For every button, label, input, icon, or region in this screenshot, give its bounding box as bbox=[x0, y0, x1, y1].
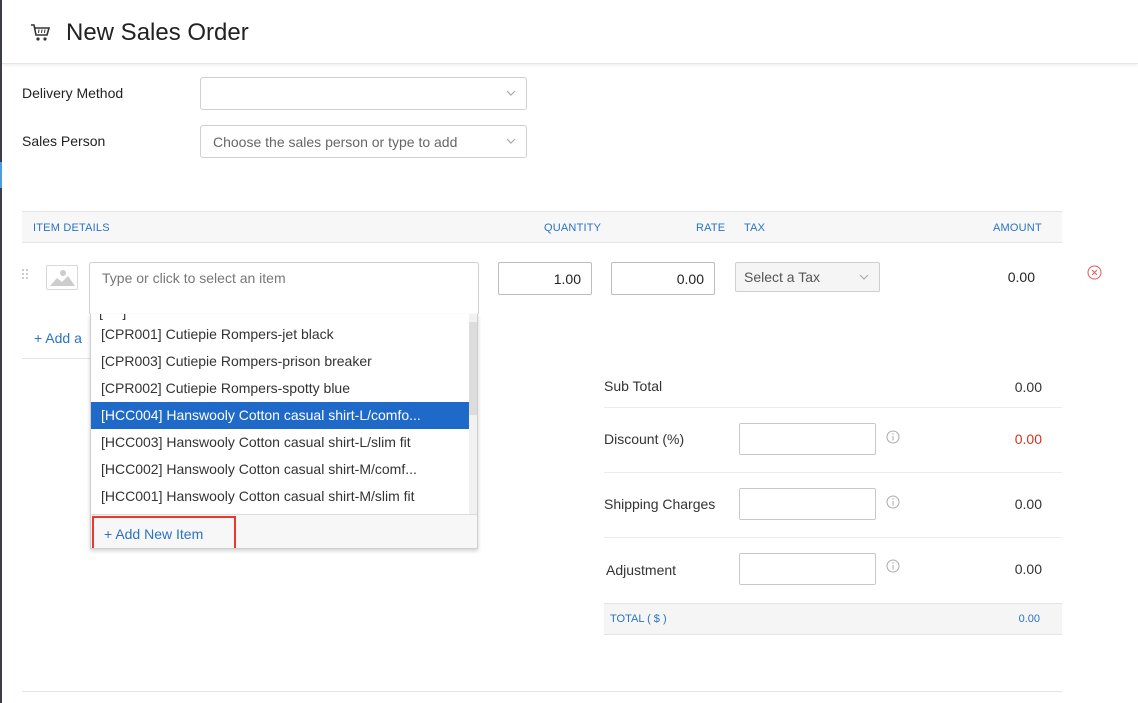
page-title: New Sales Order bbox=[66, 19, 249, 47]
dropdown-scrollbar-thumb[interactable] bbox=[469, 322, 477, 415]
discount-value: 0.00 bbox=[1015, 431, 1042, 447]
app-sidebar-edge bbox=[0, 0, 2, 703]
image-icon bbox=[47, 266, 77, 289]
drag-handle-icon[interactable] bbox=[21, 268, 29, 280]
total-label: TOTAL ( $ ) bbox=[610, 613, 667, 625]
adjustment-label: Adjustment bbox=[606, 562, 676, 578]
add-another-line-link[interactable]: + Add a bbox=[34, 330, 82, 346]
dropdown-footer: + Add New Item bbox=[91, 514, 478, 549]
shipping-charges-label: Shipping Charges bbox=[604, 496, 715, 512]
adjustment-value: 0.00 bbox=[1015, 561, 1042, 577]
plus-icon: + bbox=[104, 526, 112, 542]
rate-input[interactable]: 0.00 bbox=[611, 262, 715, 295]
total-bar: TOTAL ( $ ) 0.00 bbox=[604, 603, 1062, 635]
chevron-down-icon bbox=[506, 136, 516, 146]
item-dropdown: [ ] [CPR001] Cutiepie Rompers-jet black … bbox=[90, 314, 478, 549]
sub-total-label: Sub Total bbox=[604, 378, 662, 394]
column-tax: TAX bbox=[744, 222, 765, 234]
add-new-item-button[interactable]: + Add New Item bbox=[92, 516, 236, 549]
page-header: New Sales Order bbox=[2, 0, 1138, 64]
info-icon[interactable] bbox=[886, 430, 900, 444]
tax-select[interactable]: Select a Tax bbox=[735, 262, 880, 292]
total-value: 0.00 bbox=[1019, 613, 1040, 625]
sales-person-select[interactable]: Choose the sales person or type to add bbox=[200, 125, 527, 158]
info-icon[interactable] bbox=[886, 495, 900, 509]
section-divider bbox=[22, 691, 1062, 692]
totals-divider bbox=[604, 407, 1062, 408]
dropdown-item[interactable]: [CPR003] Cutiepie Rompers-prison breaker bbox=[91, 348, 469, 375]
adjustment-input[interactable] bbox=[739, 553, 876, 585]
sales-person-label: Sales Person bbox=[22, 133, 105, 149]
delivery-method-select[interactable] bbox=[200, 77, 527, 110]
dropdown-item[interactable]: [CPR001] Cutiepie Rompers-jet black bbox=[91, 321, 469, 348]
delivery-method-label: Delivery Method bbox=[22, 85, 123, 101]
dropdown-item[interactable]: [HCC001] Hanswooly Cotton casual shirt-M… bbox=[91, 483, 469, 510]
info-icon[interactable] bbox=[886, 559, 900, 573]
item-dropdown-list: [ ] [CPR001] Cutiepie Rompers-jet black … bbox=[91, 314, 469, 514]
chevron-down-icon bbox=[859, 272, 869, 282]
discount-input[interactable] bbox=[739, 423, 876, 455]
sub-total-value: 0.00 bbox=[1015, 379, 1042, 395]
column-item-details: ITEM DETAILS bbox=[33, 222, 110, 234]
dropdown-item[interactable]: [HCC002] Hanswooly Cotton casual shirt-M… bbox=[91, 456, 469, 483]
tax-placeholder: Select a Tax bbox=[744, 269, 820, 285]
column-amount: AMOUNT bbox=[993, 222, 1042, 234]
add-new-item-label: Add New Item bbox=[115, 526, 203, 542]
shipping-charges-input[interactable] bbox=[739, 488, 876, 520]
quantity-input[interactable]: 1.00 bbox=[498, 262, 592, 295]
discount-label: Discount (%) bbox=[604, 431, 684, 447]
dropdown-item[interactable]: [CPR002] Cutiepie Rompers-spotty blue bbox=[91, 375, 469, 402]
sales-person-placeholder: Choose the sales person or type to add bbox=[213, 134, 457, 150]
remove-row-icon[interactable] bbox=[1087, 265, 1102, 280]
chevron-down-icon bbox=[506, 88, 516, 98]
items-table-header: ITEM DETAILS QUANTITY RATE TAX AMOUNT bbox=[22, 211, 1062, 243]
column-rate: RATE bbox=[696, 222, 725, 234]
row-divider bbox=[22, 358, 90, 359]
shopping-cart-icon bbox=[30, 23, 52, 43]
partially-hidden-item: [ ] bbox=[99, 314, 126, 320]
item-amount: 0.00 bbox=[960, 269, 1035, 285]
item-image-placeholder[interactable] bbox=[46, 265, 78, 290]
dropdown-scrollbar[interactable] bbox=[469, 314, 477, 514]
dropdown-item-selected[interactable]: [HCC004] Hanswooly Cotton casual shirt-L… bbox=[91, 402, 469, 429]
item-search-placeholder: Type or click to select an item bbox=[102, 270, 286, 286]
shipping-charges-value: 0.00 bbox=[1015, 496, 1042, 512]
totals-divider bbox=[604, 472, 1062, 473]
totals-divider bbox=[604, 537, 1062, 538]
item-search-input[interactable]: Type or click to select an item bbox=[89, 262, 479, 314]
dropdown-item[interactable]: [HCC003] Hanswooly Cotton casual shirt-L… bbox=[91, 429, 469, 456]
sidebar-active-indicator bbox=[0, 162, 2, 188]
column-quantity: QUANTITY bbox=[544, 222, 601, 234]
